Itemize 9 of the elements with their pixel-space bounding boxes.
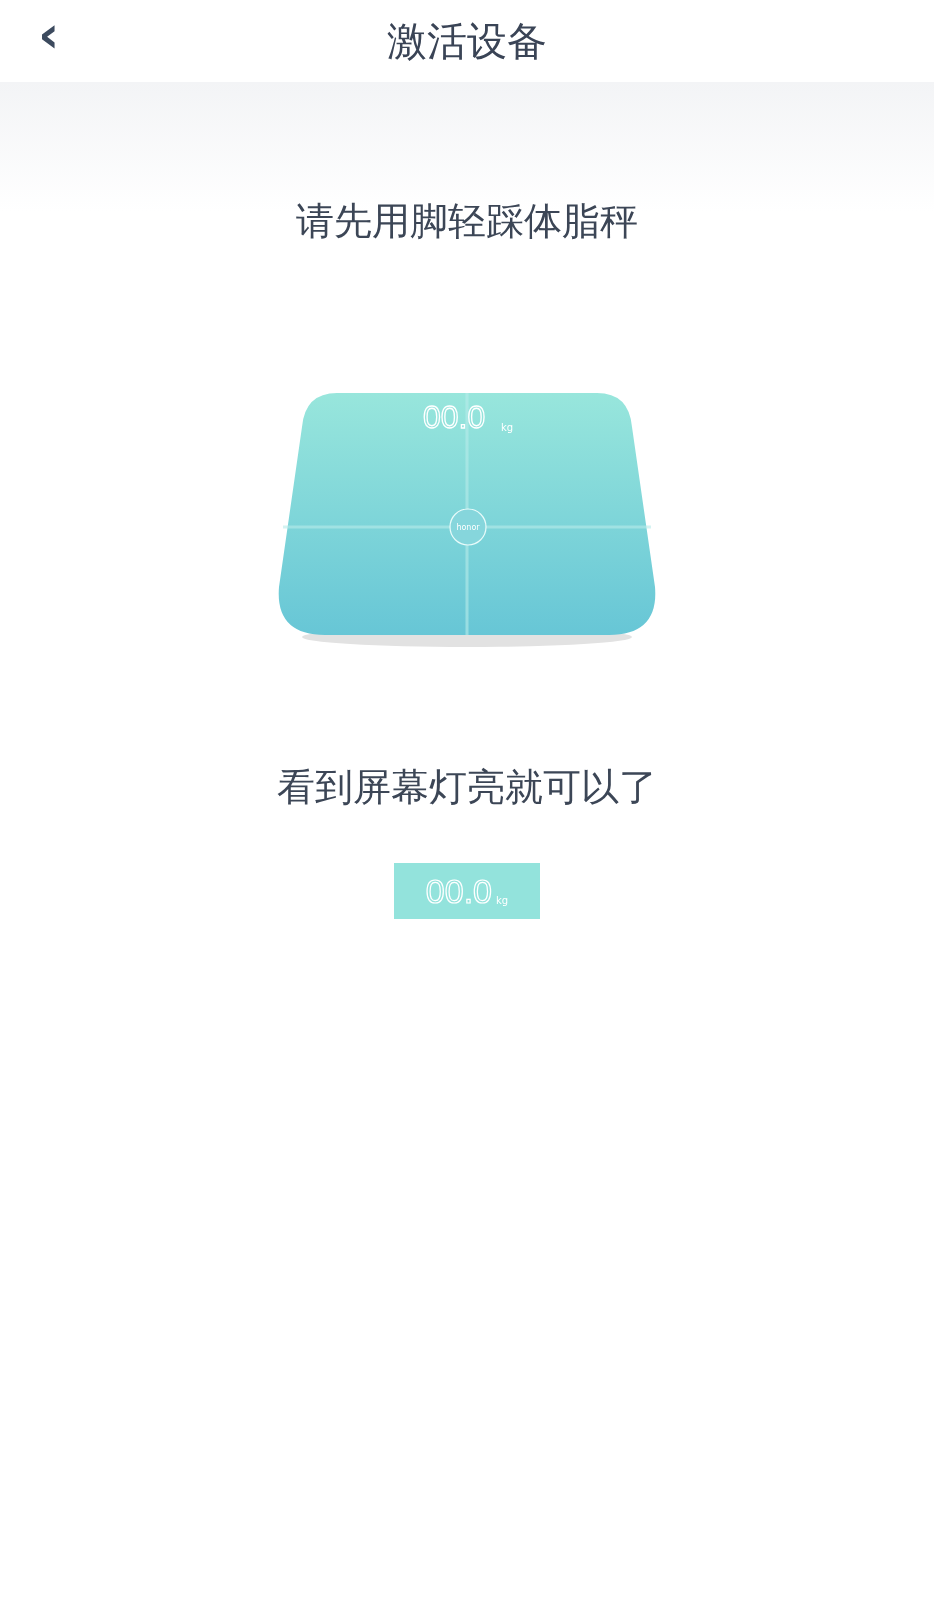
logo-text: honor (456, 523, 480, 532)
display-reading: 00.0 (425, 871, 492, 911)
page-title: 激活设备 (387, 16, 547, 66)
hint-text: 看到屏幕灯亮就可以了 (276, 764, 658, 811)
weight-reading: 00.0 (423, 399, 486, 435)
display-unit: kg (496, 894, 509, 906)
instruction-text: 请先用脚轻踩体脂秤 (295, 198, 639, 245)
unit-label: kg (501, 422, 514, 433)
back-button[interactable]: ‹ (38, 8, 60, 60)
